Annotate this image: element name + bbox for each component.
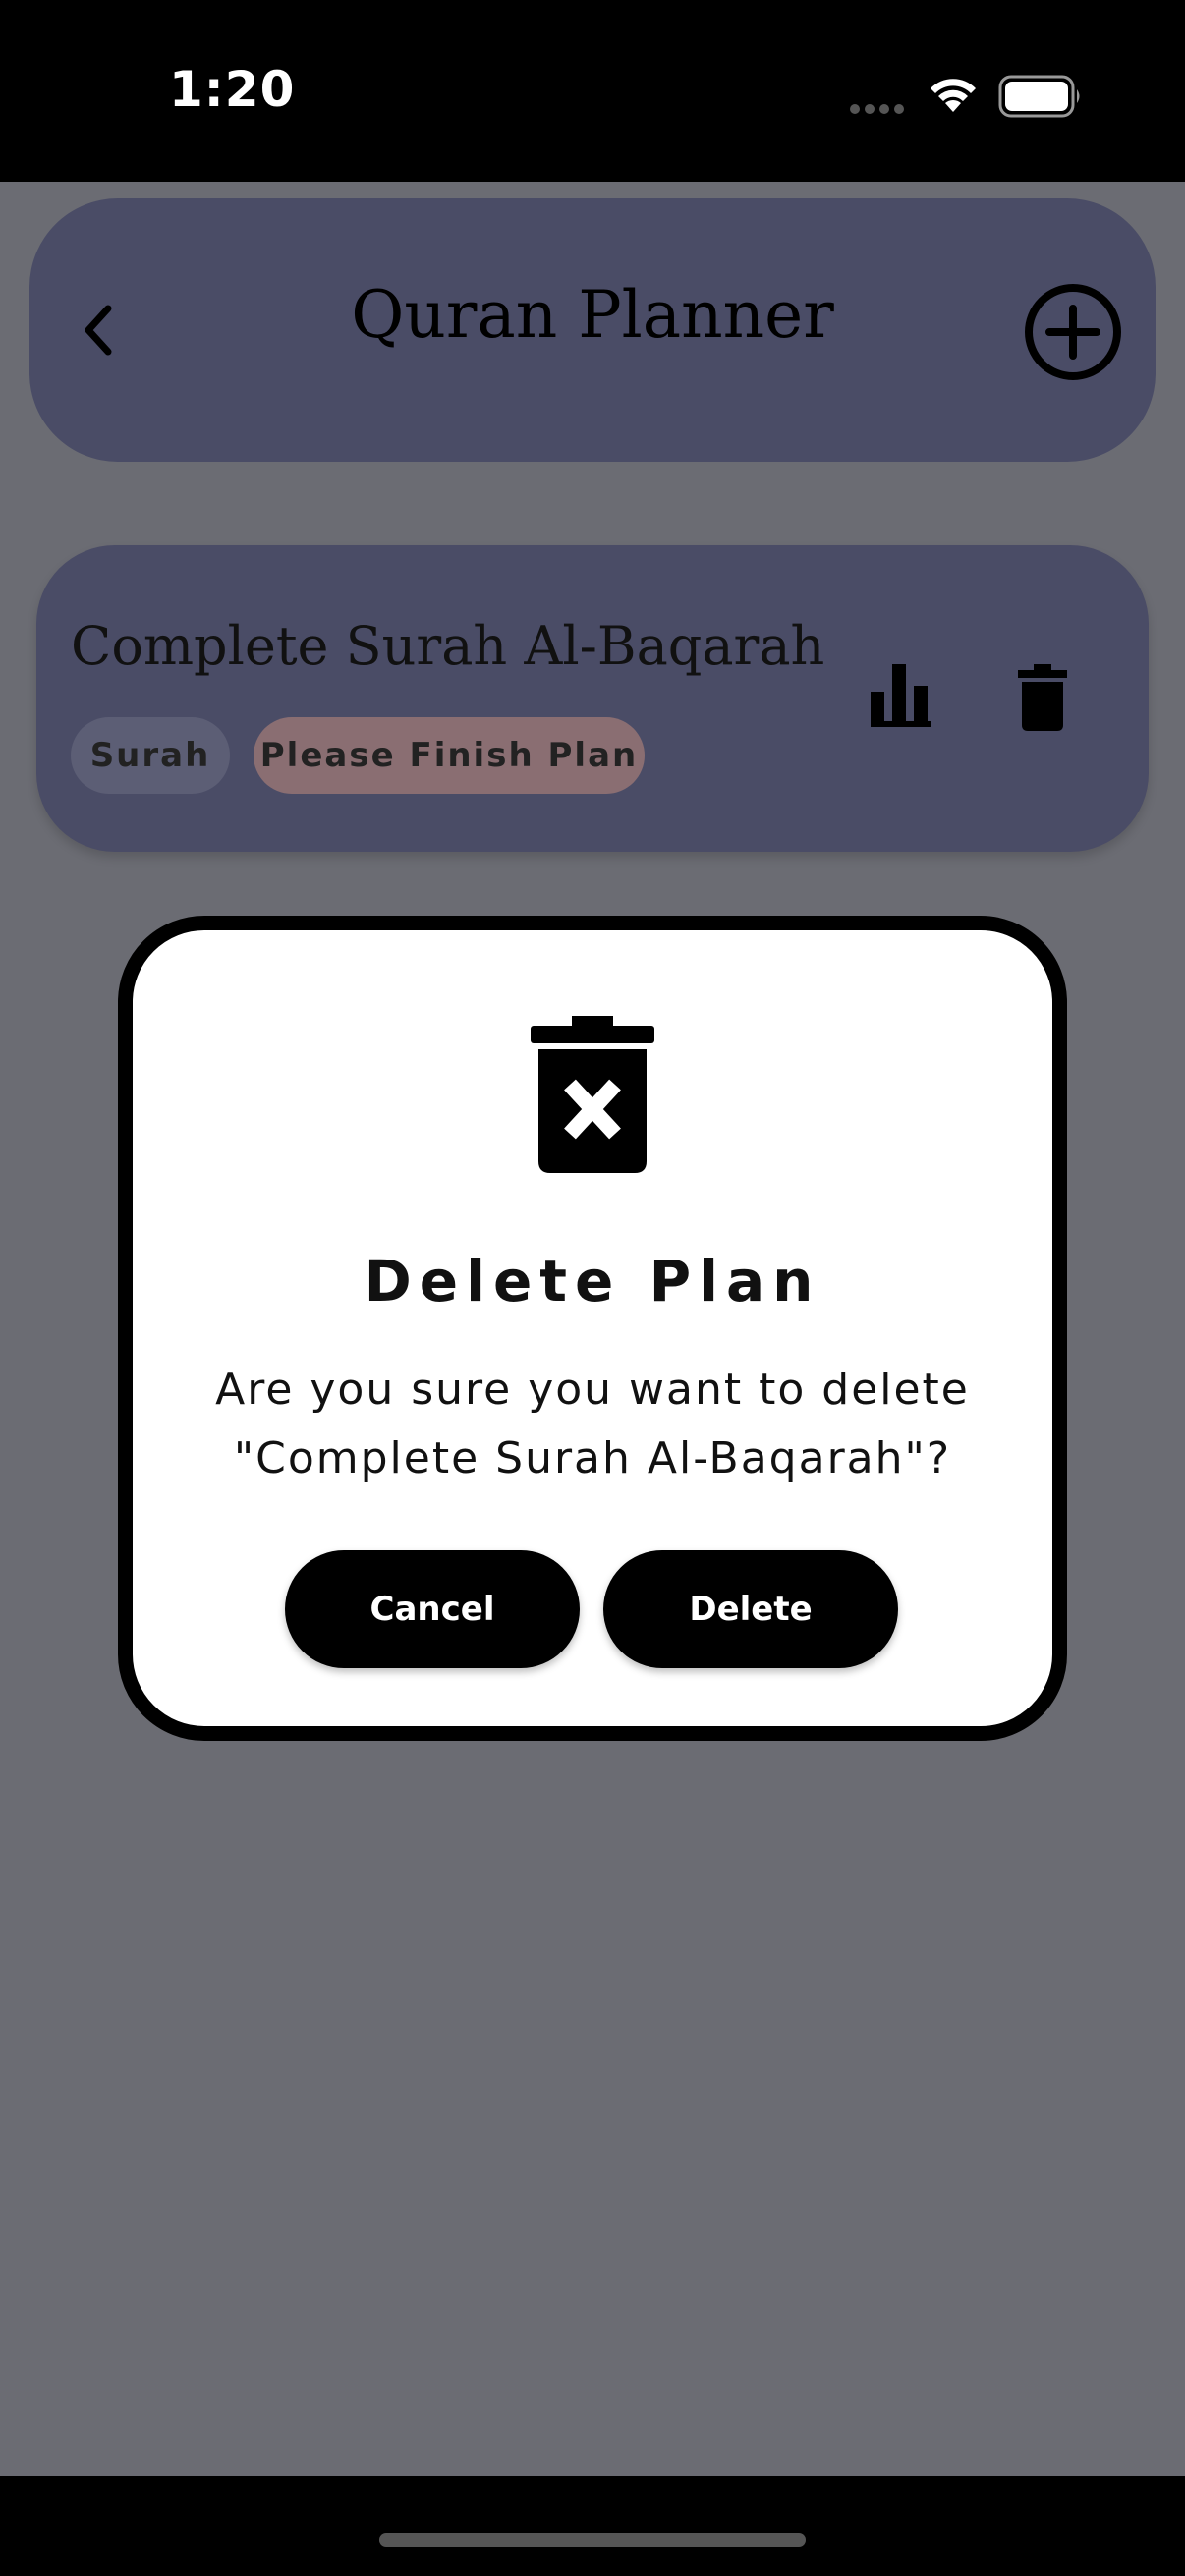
dialog-title: Delete Plan	[364, 1248, 821, 1315]
plan-delete-button[interactable]	[1018, 664, 1067, 731]
plan-title: Complete Surah Al-Baqarah	[71, 615, 825, 677]
chevron-left-icon	[85, 305, 112, 356]
trash-icon	[1018, 664, 1067, 731]
status-time: 1:20	[169, 61, 296, 118]
trash-x-icon	[531, 1016, 654, 1173]
battery-icon	[998, 75, 1080, 118]
status-bar: 1:20	[0, 0, 1185, 182]
add-plan-button[interactable]	[1022, 281, 1124, 383]
dialog-message: Are you sure you want to delete "Complet…	[215, 1365, 970, 1484]
home-bar-area	[0, 2476, 1185, 2576]
cancel-button[interactable]: Cancel	[285, 1550, 580, 1668]
cellular-signal-icon	[850, 104, 904, 114]
plan-card[interactable]	[36, 545, 1149, 852]
plan-stats-button[interactable]	[871, 664, 931, 727]
plan-status-chip: Please Finish Plan	[254, 717, 645, 794]
plus-circle-icon	[1025, 284, 1121, 380]
confirm-delete-button[interactable]: Delete	[603, 1550, 898, 1668]
page-title: Quran Planner	[351, 277, 834, 353]
bar-chart-icon	[871, 664, 931, 727]
plan-type-chip: Surah	[71, 717, 230, 794]
home-indicator[interactable]	[379, 2533, 806, 2547]
wifi-icon	[931, 79, 976, 112]
back-button[interactable]	[69, 291, 128, 369]
